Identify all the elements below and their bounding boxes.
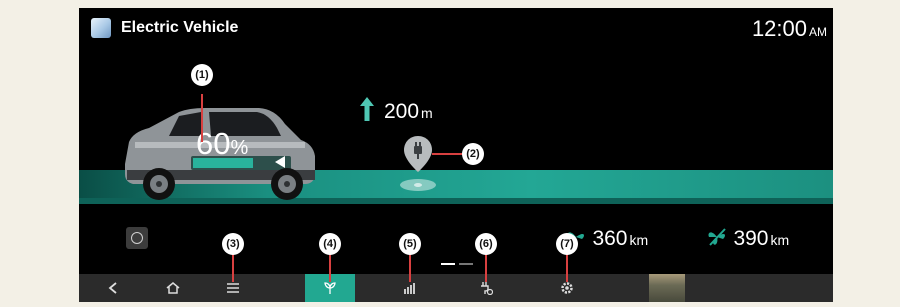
bottom-bar [79,274,833,302]
menu-icon [227,283,239,293]
page-dot-active [441,263,455,265]
range-off: 390 km [707,227,789,251]
callout-3: (3) [222,233,244,255]
range-off-unit: km [770,232,790,248]
direction-arrow-icon [360,97,374,121]
distance-value: 200 [384,100,420,123]
callout-4: (4) [319,233,341,255]
navigation-distance: 200 m [384,100,433,124]
callout-1: (1) [191,64,213,86]
clock: 12:00 AM [752,16,827,42]
range-eco-value: 360 [592,227,628,250]
callout-5: (5) [399,233,421,255]
media-source-icon[interactable] [126,227,148,249]
pin-shadow [400,179,436,191]
callout-2: (2) [462,143,484,165]
callout-6-line [485,254,487,282]
home-button[interactable] [153,274,193,302]
callout-2-line [432,153,464,155]
distance-unit: m [421,105,433,121]
battery-percentage: 60% [196,126,248,162]
ev-app-icon [91,18,111,38]
callout-1-line [201,94,203,142]
header-bar: Electric Vehicle 12:00 AM [79,8,833,48]
media-thumbnail[interactable] [649,274,685,302]
charging-station-pin-icon [404,136,432,172]
home-icon [166,282,180,294]
callout-6: (6) [475,233,497,255]
infotainment-screen: Electric Vehicle 12:00 AM 60% 200 m 360 … [79,8,833,302]
range-off-value: 390 [733,227,769,250]
callout-7: (7) [556,233,578,255]
clock-time: 12:00 [751,16,807,41]
range-eco-unit: km [629,232,649,248]
battery-percent-sign: % [230,137,249,159]
callout-7-line [566,254,568,282]
charging-settings-icon [481,282,493,295]
energy-stats-icon [404,283,415,294]
callout-5-line [409,254,411,282]
range-eco: 360 km [566,227,648,251]
back-icon [108,282,117,294]
page-dot [459,263,473,265]
app-title: Electric Vehicle [121,19,239,36]
settings-icon [561,282,573,294]
eco-leaf-icon [324,282,336,294]
climate-off-icon [708,228,726,246]
callout-4-line [329,254,331,282]
back-button[interactable] [93,274,133,302]
clock-ampm: AM [809,25,827,39]
callout-3-line [232,254,234,282]
